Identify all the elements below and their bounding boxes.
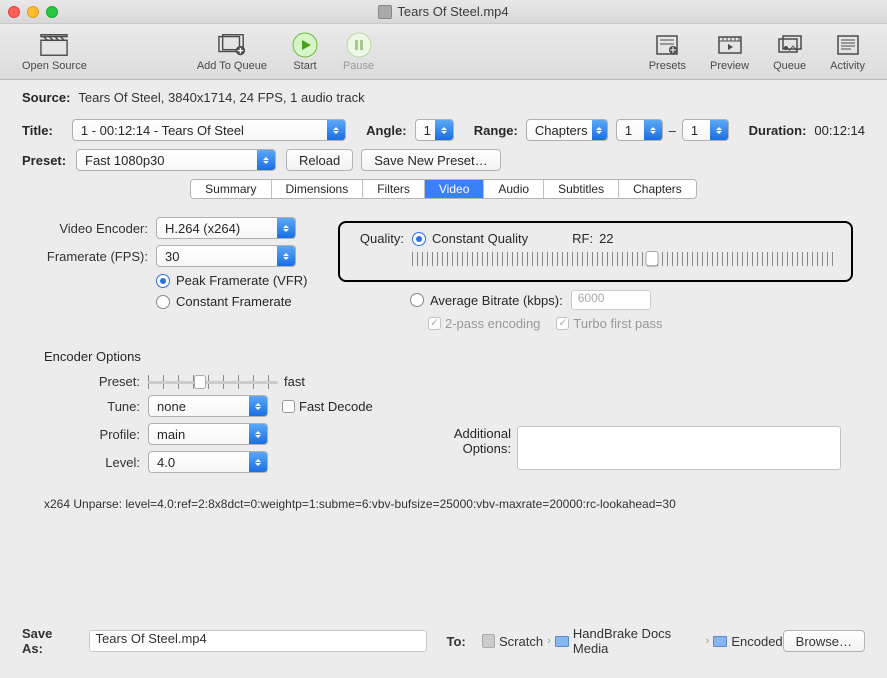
turbo-first-pass-label: Turbo first pass [573,316,662,331]
disk-icon [482,634,495,648]
average-bitrate-label: Average Bitrate (kbps): [430,293,563,308]
preset-label: Preset: [22,153,68,168]
average-bitrate-input[interactable]: 6000 [571,290,651,310]
title-label: Title: [22,123,64,138]
tune-select[interactable]: none [148,395,268,417]
tab-chapters[interactable]: Chapters [619,180,696,198]
peak-framerate-radio[interactable] [156,274,170,288]
encoder-preset-label: Preset: [22,374,148,389]
activity-icon [834,32,862,58]
folder-icon [713,636,727,647]
tab-bar: Summary Dimensions Filters Video Audio S… [22,179,865,199]
range-mode-select[interactable]: Chapters [526,119,608,141]
profile-label: Profile: [22,427,148,442]
quality-slider[interactable] [412,252,833,266]
preview-button[interactable]: Preview [698,30,761,74]
tab-filters[interactable]: Filters [363,180,425,198]
range-to-select[interactable]: 1 [682,119,729,141]
preview-icon [716,32,744,58]
encoder-preset-speed: fast [284,374,305,389]
save-as-label: Save As: [22,626,75,656]
x264-unparse-string: x264 Unparse: level=4.0:ref=2:8x8dct=0:w… [44,497,865,511]
pause-icon [345,32,373,58]
peak-framerate-label: Peak Framerate (VFR) [176,273,307,288]
minimize-window-button[interactable] [27,6,39,18]
video-encoder-label: Video Encoder: [22,221,156,236]
angle-label: Angle: [366,123,406,138]
presets-button[interactable]: Presets [637,30,698,74]
to-label: To: [447,634,466,649]
fast-decode-checkbox[interactable] [282,400,295,413]
fast-decode-label: Fast Decode [299,399,373,414]
two-pass-label: 2-pass encoding [445,316,540,331]
tab-audio[interactable]: Audio [484,180,544,198]
additional-options-input[interactable] [517,426,841,470]
add-to-queue-button[interactable]: Add To Queue [185,30,279,74]
turbo-first-pass-checkbox [556,317,569,330]
titlebar: Tears Of Steel.mp4 [0,0,887,24]
fullscreen-window-button[interactable] [46,6,58,18]
tab-video[interactable]: Video [425,180,484,198]
encoder-options-heading: Encoder Options [44,349,865,364]
video-encoder-select[interactable]: H.264 (x264) [156,217,296,239]
pause-button[interactable]: Pause [331,30,386,74]
queue-icon [776,32,804,58]
tab-subtitles[interactable]: Subtitles [544,180,619,198]
save-new-preset-button[interactable]: Save New Preset… [361,149,500,171]
source-label: Source: [22,90,70,105]
film-clapper-icon [40,32,68,58]
two-pass-checkbox [428,317,441,330]
toolbar: Open Source Add To Queue Start Pause Pre… [0,24,887,80]
duration-label: Duration: [749,123,807,138]
preset-select[interactable]: Fast 1080p30 [76,149,276,171]
start-button[interactable]: Start [279,30,331,74]
constant-quality-radio[interactable] [412,232,426,246]
encoder-preset-slider[interactable] [148,375,278,389]
duration-value: 00:12:14 [814,123,865,138]
constant-framerate-label: Constant Framerate [176,294,292,309]
quality-label: Quality: [354,231,412,246]
quality-section: Quality: Constant Quality RF: 22 [338,221,853,282]
activity-button[interactable]: Activity [818,30,877,74]
folder-icon [555,636,569,647]
framerate-select[interactable]: 30 [156,245,296,267]
profile-select[interactable]: main [148,423,268,445]
additional-options-label: Additional Options: [402,426,517,479]
add-to-queue-icon [218,32,246,58]
document-icon [378,5,392,19]
destination-path[interactable]: Scratch › HandBrake Docs Media › Encoded [482,626,783,656]
chevron-right-icon: › [705,635,709,647]
constant-quality-label: Constant Quality [432,231,528,246]
level-select[interactable]: 4.0 [148,451,268,473]
close-window-button[interactable] [8,6,20,18]
play-icon [291,32,319,58]
tab-dimensions[interactable]: Dimensions [272,180,364,198]
constant-framerate-radio[interactable] [156,295,170,309]
reload-button[interactable]: Reload [286,149,353,171]
framerate-label: Framerate (FPS): [22,249,156,264]
rf-value: 22 [599,231,613,246]
tab-summary[interactable]: Summary [191,180,271,198]
tune-label: Tune: [22,399,148,414]
open-source-button[interactable]: Open Source [10,30,99,74]
queue-button[interactable]: Queue [761,30,818,74]
rf-label: RF: [572,231,593,246]
source-value: Tears Of Steel, 3840x1714, 24 FPS, 1 aud… [78,90,364,105]
angle-select[interactable]: 1 [415,119,454,141]
presets-icon [653,32,681,58]
range-from-select[interactable]: 1 [616,119,663,141]
chevron-right-icon: › [547,635,551,647]
average-bitrate-radio[interactable] [410,293,424,307]
range-label: Range: [474,123,518,138]
level-label: Level: [22,455,148,470]
title-select[interactable]: 1 - 00:12:14 - Tears Of Steel [72,119,346,141]
save-as-input[interactable]: Tears Of Steel.mp4 [89,630,427,652]
browse-button[interactable]: Browse… [783,630,865,652]
window-title: Tears Of Steel.mp4 [397,4,508,19]
